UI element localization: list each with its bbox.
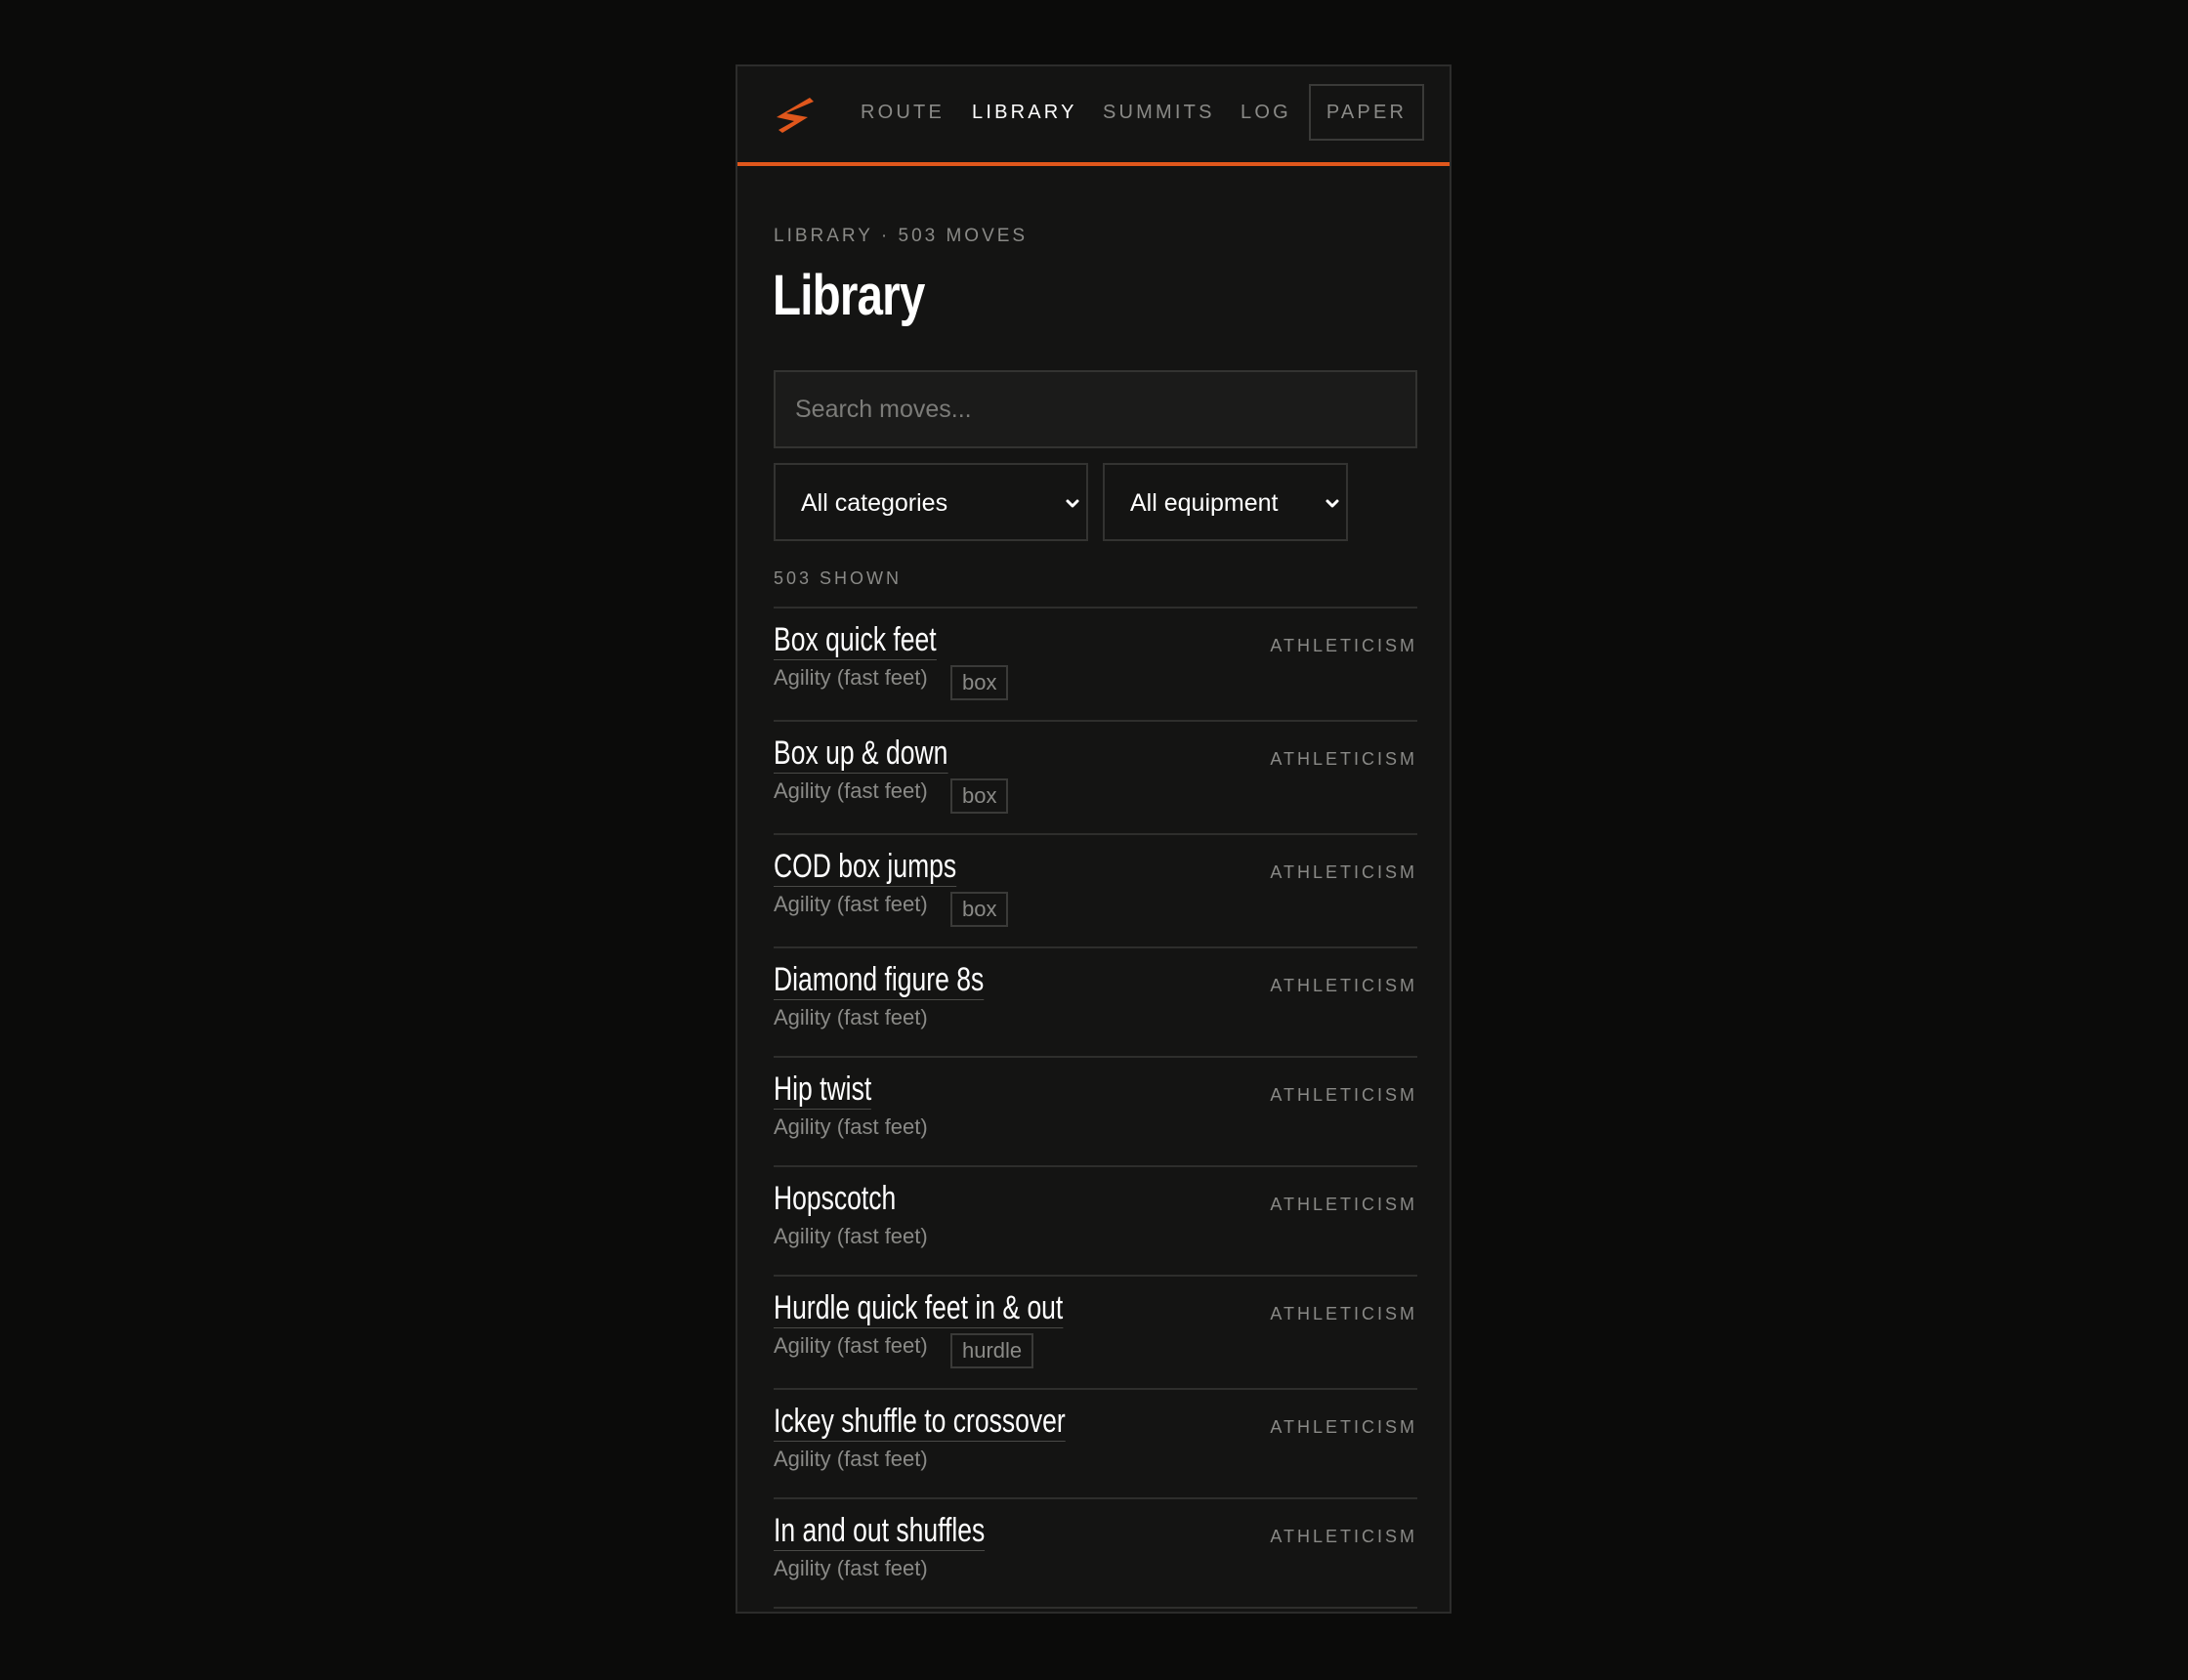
move-name-link[interactable]: Diamond figure 8s bbox=[774, 960, 985, 1000]
move-name-link[interactable]: COD box jumps bbox=[774, 847, 957, 887]
nav-log[interactable]: LOG bbox=[1241, 100, 1291, 125]
results-count: 503 SHOWN bbox=[774, 568, 903, 588]
move-subcategory: Agility (fast feet) bbox=[774, 1556, 928, 1580]
move-name-link[interactable]: Hip twist bbox=[774, 1070, 872, 1110]
move-name-link[interactable]: Hurdle quick feet in & out bbox=[774, 1288, 1064, 1328]
chevron-down-icon bbox=[1066, 499, 1079, 508]
move-category: ATHLETICISM bbox=[1270, 749, 1417, 769]
move-row[interactable]: Ickey shuffle to crossover ATHLETICISM A… bbox=[774, 1390, 1417, 1499]
move-category: ATHLETICISM bbox=[1270, 976, 1417, 995]
move-category: ATHLETICISM bbox=[1270, 1195, 1417, 1214]
move-category: ATHLETICISM bbox=[1270, 862, 1417, 882]
move-row[interactable]: Hip twist ATHLETICISM Agility (fast feet… bbox=[774, 1058, 1417, 1167]
app-panel: ROUTE LIBRARY SUMMITS LOG PAPER LIBRARY … bbox=[736, 64, 1452, 1614]
move-subcategory: Agility (fast feet) bbox=[774, 778, 928, 803]
move-row[interactable]: Box quick feet ATHLETICISM Agility (fast… bbox=[774, 609, 1417, 722]
search-input[interactable] bbox=[774, 370, 1417, 448]
equipment-select-value: All equipment bbox=[1130, 489, 1279, 517]
move-row[interactable]: In and out shuffles ATHLETICISM Agility … bbox=[774, 1499, 1417, 1609]
move-category: ATHLETICISM bbox=[1270, 1417, 1417, 1437]
top-nav: ROUTE LIBRARY SUMMITS LOG PAPER bbox=[737, 66, 1450, 166]
move-row[interactable]: Diamond figure 8s ATHLETICISM Agility (f… bbox=[774, 948, 1417, 1058]
move-subcategory: Agility (fast feet) bbox=[774, 1114, 928, 1139]
equipment-tag: box bbox=[950, 778, 1009, 814]
category-select[interactable]: All categories bbox=[774, 463, 1088, 541]
nav-summits[interactable]: SUMMITS bbox=[1103, 100, 1215, 125]
move-name-link[interactable]: In and out shuffles bbox=[774, 1511, 986, 1551]
move-subcategory: Agility (fast feet) bbox=[774, 892, 928, 916]
equipment-tag: hurdle bbox=[950, 1333, 1034, 1368]
equipment-tag: box bbox=[950, 892, 1009, 927]
paper-button[interactable]: PAPER bbox=[1309, 84, 1424, 141]
category-select-value: All categories bbox=[801, 489, 948, 517]
move-name-link[interactable]: Ickey shuffle to crossover bbox=[774, 1402, 1066, 1442]
equipment-tag: box bbox=[950, 665, 1009, 700]
move-row[interactable]: Hopscotch ATHLETICISM Agility (fast feet… bbox=[774, 1167, 1417, 1277]
move-row[interactable]: COD box jumps ATHLETICISM Agility (fast … bbox=[774, 835, 1417, 948]
equipment-select[interactable]: All equipment bbox=[1103, 463, 1348, 541]
move-category: ATHLETICISM bbox=[1270, 636, 1417, 655]
chevron-down-icon bbox=[1325, 499, 1339, 508]
move-category: ATHLETICISM bbox=[1270, 1304, 1417, 1323]
move-row[interactable]: Hurdle quick feet in & out ATHLETICISM A… bbox=[774, 1277, 1417, 1390]
page-title: Library bbox=[773, 264, 925, 327]
lightning-bolt-logo-icon[interactable] bbox=[775, 96, 816, 135]
move-subcategory: Agility (fast feet) bbox=[774, 1005, 928, 1029]
nav-library[interactable]: LIBRARY bbox=[972, 100, 1077, 125]
move-name-link[interactable]: Hopscotch bbox=[774, 1179, 896, 1219]
move-category: ATHLETICISM bbox=[1270, 1085, 1417, 1105]
page-eyebrow: LIBRARY · 503 MOVES bbox=[774, 226, 1029, 246]
move-subcategory: Agility (fast feet) bbox=[774, 1333, 928, 1358]
move-subcategory: Agility (fast feet) bbox=[774, 1224, 928, 1248]
nav-route[interactable]: ROUTE bbox=[861, 100, 945, 125]
move-subcategory: Agility (fast feet) bbox=[774, 665, 928, 690]
moves-list: Box quick feet ATHLETICISM Agility (fast… bbox=[774, 607, 1417, 1609]
move-category: ATHLETICISM bbox=[1270, 1527, 1417, 1546]
move-name-link[interactable]: Box quick feet bbox=[774, 620, 937, 660]
move-subcategory: Agility (fast feet) bbox=[774, 1447, 928, 1471]
move-name-link[interactable]: Box up & down bbox=[774, 734, 948, 774]
move-row[interactable]: Box up & down ATHLETICISM Agility (fast … bbox=[774, 722, 1417, 835]
